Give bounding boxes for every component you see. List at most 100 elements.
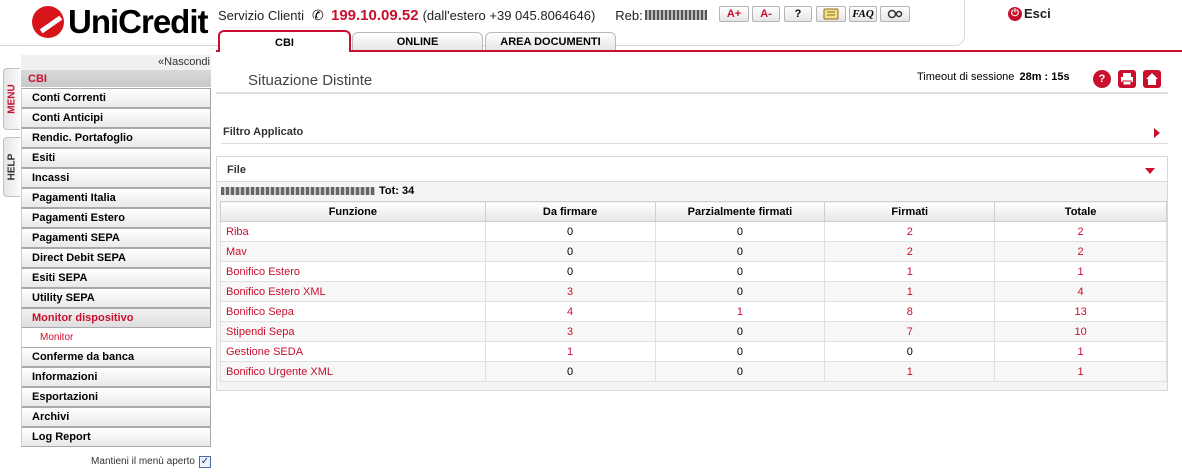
column-header-firmati[interactable]: Firmati: [824, 201, 996, 222]
row-function-link[interactable]: Mav: [220, 241, 486, 262]
column-header-da-firmare[interactable]: Da firmare: [484, 201, 656, 222]
cell-parzialmente-firmati[interactable]: 1: [654, 301, 826, 322]
sidebar-item-log-report[interactable]: Log Report: [21, 427, 211, 447]
sidebar-item-utility-sepa[interactable]: Utility SEPA: [21, 288, 211, 308]
print-icon[interactable]: [1118, 70, 1136, 88]
cell-parzialmente-firmati: 0: [654, 341, 826, 362]
side-tab-menu-label: MENU: [6, 84, 18, 114]
distinte-table: Funzione Da firmare Parzialmente firmati…: [220, 201, 1167, 382]
sidebar-item-conti-anticipi[interactable]: Conti Anticipi: [21, 108, 211, 128]
cell-totale[interactable]: 2: [994, 221, 1167, 242]
row-function-link[interactable]: Gestione SEDA: [220, 341, 486, 362]
file-panel-title: File: [227, 164, 246, 176]
table-row: Bonifico Urgente XML 0 0 1 1: [220, 361, 1167, 382]
sidebar-item-archivi[interactable]: Archivi: [21, 407, 211, 427]
cell-parzialmente-firmati: 0: [654, 281, 826, 302]
cell-da-firmare[interactable]: 3: [484, 281, 656, 302]
timeout-label: Timeout di sessione: [917, 71, 1015, 83]
tab-area-documenti[interactable]: AREA DOCUMENTI: [485, 32, 616, 52]
row-function-link[interactable]: Bonifico Estero XML: [220, 281, 486, 302]
faq-button[interactable]: FAQ: [849, 6, 877, 22]
cell-totale[interactable]: 1: [994, 261, 1167, 282]
tab-online[interactable]: ONLINE: [352, 32, 483, 52]
printer-glyph: [1121, 73, 1133, 86]
sidebar-item-conti-correnti[interactable]: Conti Correnti: [21, 88, 211, 108]
column-header-totale[interactable]: Totale: [994, 201, 1167, 222]
sidebar-item-direct-debit-sepa[interactable]: Direct Debit SEPA: [21, 248, 211, 268]
timeout-value: 28m : 15s: [1019, 71, 1070, 83]
brand-name: UniCredit: [68, 3, 208, 40]
header: UniCredit Servizio Clienti ✆ 199.10.09.5…: [0, 0, 1182, 52]
row-function-link[interactable]: Bonifico Urgente XML: [220, 361, 486, 382]
page-title: Situazione Distinte: [248, 72, 373, 89]
cell-totale[interactable]: 1: [994, 341, 1167, 362]
cell-totale[interactable]: 13: [994, 301, 1167, 322]
sidebar-item-esiti-sepa[interactable]: Esiti SEPA: [21, 268, 211, 288]
row-function-link[interactable]: Stipendi Sepa: [220, 321, 486, 342]
sidebar-item-pagamenti-sepa[interactable]: Pagamenti SEPA: [21, 228, 211, 248]
side-tab-menu[interactable]: MENU: [3, 68, 20, 130]
home-icon[interactable]: [1143, 70, 1161, 88]
file-summary: Tot: 34: [221, 185, 414, 197]
unicredit-logo[interactable]: UniCredit: [32, 3, 208, 40]
cell-totale[interactable]: 4: [994, 281, 1167, 302]
expand-arrow-icon[interactable]: [1154, 128, 1160, 138]
sidebar-item-esportazioni[interactable]: Esportazioni: [21, 387, 211, 407]
cell-firmati[interactable]: 1: [824, 361, 996, 382]
row-function-link[interactable]: Bonifico Sepa: [220, 301, 486, 322]
cell-da-firmare[interactable]: 3: [484, 321, 656, 342]
sidebar-item-pagamenti-italia[interactable]: Pagamenti Italia: [21, 188, 211, 208]
cell-firmati[interactable]: 2: [824, 241, 996, 262]
service-bar: Servizio Clienti ✆ 199.10.09.52 (dall'es…: [218, 7, 707, 24]
notes-button[interactable]: [816, 6, 846, 22]
cell-totale[interactable]: 1: [994, 361, 1167, 382]
side-tab-help[interactable]: HELP: [3, 137, 20, 197]
sidebar-item-informazioni[interactable]: Informazioni: [21, 367, 211, 387]
cell-totale[interactable]: 2: [994, 241, 1167, 262]
notes-icon: [823, 8, 839, 20]
tab-cbi[interactable]: CBI: [218, 30, 351, 52]
sidebar-subitem-monitor[interactable]: Monitor: [21, 328, 211, 347]
font-decrease-button[interactable]: A-: [752, 6, 780, 22]
keep-menu-open-checkbox[interactable]: ✓: [199, 455, 211, 468]
help-icon[interactable]: ?: [1093, 70, 1111, 88]
cell-firmati[interactable]: 1: [824, 261, 996, 282]
cell-firmati[interactable]: 8: [824, 301, 996, 322]
applied-filter-bar[interactable]: Filtro Applicato: [221, 122, 1168, 144]
column-header-parzialmente-firmati[interactable]: Parzialmente firmati: [654, 201, 826, 222]
sidebar-item-esiti[interactable]: Esiti: [21, 148, 211, 168]
hide-menu-link[interactable]: «Nascondi: [21, 55, 211, 70]
sidebar-item-pagamenti-estero[interactable]: Pagamenti Estero: [21, 208, 211, 228]
cell-parzialmente-firmati: 0: [654, 261, 826, 282]
title-divider: [216, 92, 1168, 94]
logout-button[interactable]: ⏻ Esci: [1008, 6, 1051, 21]
file-panel: File Tot: 34 Funzione Da firmare Parzial…: [216, 156, 1168, 391]
cell-da-firmare[interactable]: 4: [484, 301, 656, 322]
table-row: Bonifico Estero 0 0 1 1: [220, 261, 1167, 282]
settings-button[interactable]: [880, 6, 910, 22]
cell-parzialmente-firmati: 0: [654, 241, 826, 262]
tab-bar-underline: [216, 50, 1182, 52]
logout-label: Esci: [1024, 6, 1051, 21]
sidebar: «Nascondi CBI Conti Correnti Conti Antic…: [21, 55, 211, 447]
cell-totale[interactable]: 10: [994, 321, 1167, 342]
sidebar-item-monitor-dispositivo[interactable]: Monitor dispositivo: [21, 308, 211, 328]
cell-firmati[interactable]: 1: [824, 281, 996, 302]
sidebar-item-incassi[interactable]: Incassi: [21, 168, 211, 188]
help-button[interactable]: ?: [784, 6, 812, 22]
file-panel-header[interactable]: File: [217, 157, 1167, 182]
cell-firmati[interactable]: 7: [824, 321, 996, 342]
cell-da-firmare[interactable]: 1: [484, 341, 656, 362]
collapse-arrow-icon[interactable]: [1145, 168, 1155, 174]
session-timeout: Timeout di sessione 28m : 15s: [917, 71, 1070, 83]
sidebar-item-conferme-da-banca[interactable]: Conferme da banca: [21, 347, 211, 367]
phone-abroad: (dall'estero +39 045.8064646): [422, 7, 596, 23]
font-increase-button[interactable]: A+: [719, 6, 749, 22]
column-header-funzione[interactable]: Funzione: [220, 201, 486, 222]
cell-firmati[interactable]: 2: [824, 221, 996, 242]
table-row: Stipendi Sepa 3 0 7 10: [220, 321, 1167, 342]
sidebar-item-rendic-portafoglio[interactable]: Rendic. Portafoglio: [21, 128, 211, 148]
row-function-link[interactable]: Bonifico Estero: [220, 261, 486, 282]
row-function-link[interactable]: Riba: [220, 221, 486, 242]
cell-parzialmente-firmati: 0: [654, 321, 826, 342]
